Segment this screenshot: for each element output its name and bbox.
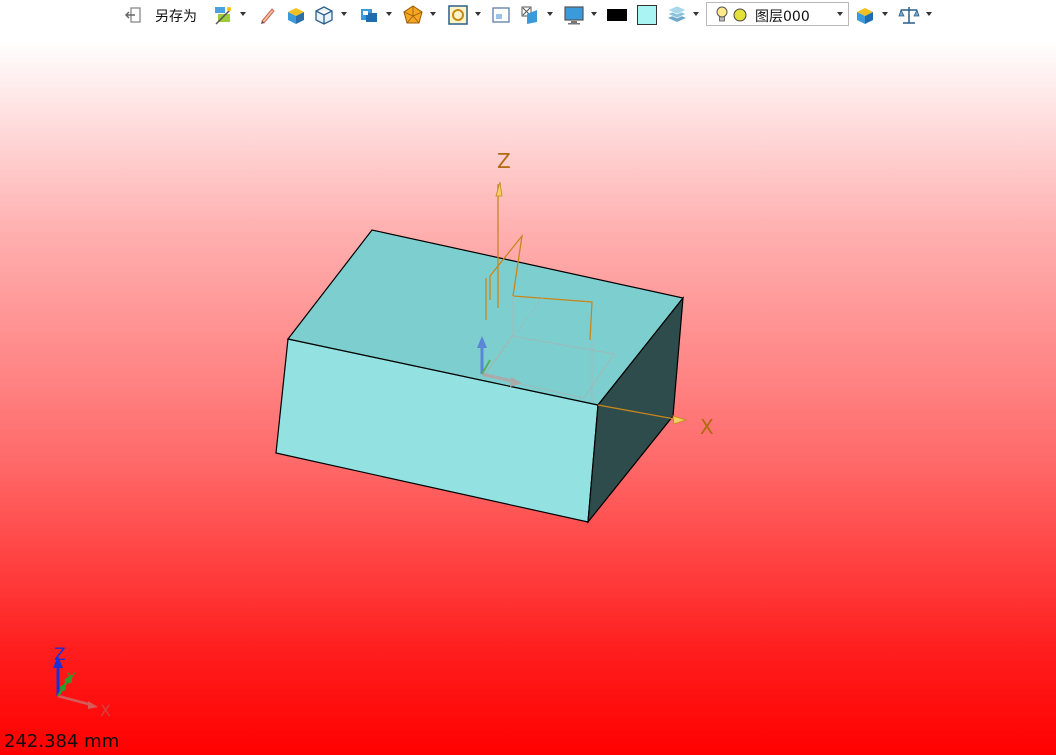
distance-readout: 242.384 mm xyxy=(4,731,120,752)
datum-z-arrow-icon xyxy=(495,181,503,197)
datum-x-arrow-icon xyxy=(672,415,688,425)
datum-z-label: Z xyxy=(497,149,511,173)
triad-z-label: Z xyxy=(54,645,66,665)
triad-y-label: Y xyxy=(66,671,76,687)
3d-viewport[interactable]: Z X Z Y X xyxy=(0,0,1056,755)
triad-x-label: X xyxy=(100,701,111,720)
datum-x-label: X xyxy=(700,415,714,439)
